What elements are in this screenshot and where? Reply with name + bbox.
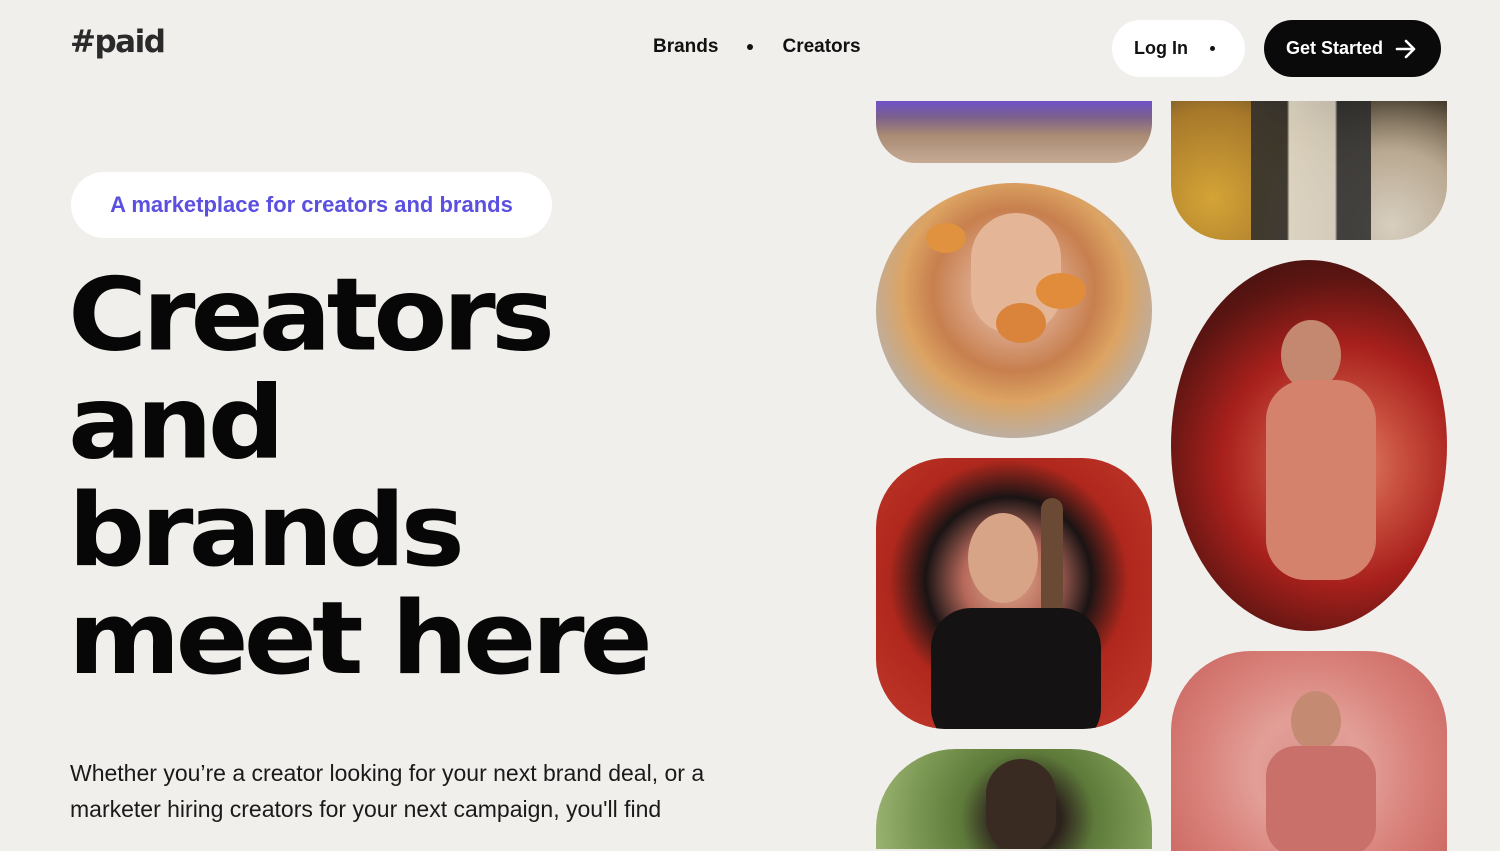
main-nav: Brands Creators <box>653 36 861 58</box>
description-line: marketer hiring creators for your next c… <box>70 796 662 822</box>
creator-photo <box>876 183 1152 438</box>
get-started-label: Get Started <box>1286 38 1384 58</box>
dot-icon <box>747 44 754 50</box>
description-line: Whether you’re a creator looking for you… <box>70 760 705 786</box>
headline-line: and <box>68 365 285 482</box>
get-started-button[interactable]: Get Started <box>1264 20 1441 77</box>
login-button[interactable]: Log In <box>1112 20 1245 77</box>
headline-line: Creators <box>68 257 555 374</box>
hero-description: Whether you’re a creator looking for you… <box>70 755 790 827</box>
creator-photo <box>1171 260 1447 631</box>
logo[interactable]: #paid <box>70 24 166 60</box>
creator-photo <box>1171 101 1447 240</box>
nav-link-brands[interactable]: Brands <box>653 36 718 58</box>
headline-line: brands <box>68 473 465 590</box>
creator-photo <box>876 458 1152 729</box>
creator-photo <box>1171 651 1447 851</box>
dot-icon <box>1209 46 1215 51</box>
headline-line: meet here <box>68 580 653 698</box>
arrow-right-icon <box>1395 39 1416 58</box>
tagline-badge: A marketplace for creators and brands <box>71 172 552 238</box>
creator-photo <box>876 749 1152 849</box>
hero-headline: Creators and brands meet here <box>68 262 828 694</box>
login-button-label: Log In <box>1134 38 1188 58</box>
nav-link-creators[interactable]: Creators <box>782 36 860 58</box>
creator-photo <box>876 101 1152 163</box>
